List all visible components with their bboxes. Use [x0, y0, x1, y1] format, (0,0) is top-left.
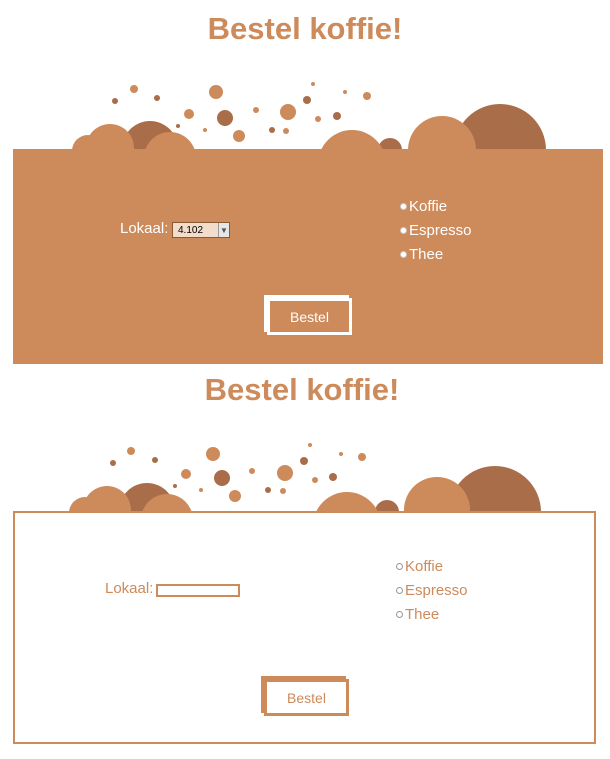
drink-options: Koffie Espresso Thee — [396, 554, 468, 626]
lokaal-select-value: 4.102 — [178, 224, 204, 236]
radio-button[interactable] — [396, 586, 403, 594]
radio-espresso[interactable]: Espresso — [400, 218, 472, 242]
radio-button[interactable] — [400, 250, 407, 258]
radio-label: Espresso — [405, 581, 468, 599]
bestel-button-label[interactable]: Bestel — [267, 298, 352, 335]
page-title: Bestel koffie! — [204, 372, 400, 407]
radio-label: Koffie — [409, 197, 448, 215]
radio-koffie[interactable]: Koffie — [400, 194, 472, 218]
bestel-button-label[interactable]: Bestel — [264, 679, 349, 716]
order-form-panel: Lokaal: 4.102 ▼ Koffie Espresso Thee Bes… — [13, 149, 603, 364]
bestel-button[interactable]: Bestel — [261, 676, 349, 716]
lokaal-select[interactable]: 4.102 ▼ — [172, 222, 230, 238]
radio-label: Espresso — [409, 221, 472, 239]
radio-thee[interactable]: Thee — [396, 602, 468, 626]
radio-label: Thee — [405, 605, 440, 623]
drink-options: Koffie Espresso Thee — [400, 194, 472, 266]
coffee-beans-decoration — [69, 443, 541, 513]
radio-button[interactable] — [400, 226, 407, 234]
radio-button[interactable] — [400, 202, 407, 210]
radio-button[interactable] — [396, 562, 403, 570]
bestel-button[interactable]: Bestel — [264, 295, 352, 335]
coffee-beans-decoration — [72, 82, 546, 151]
radio-espresso[interactable]: Espresso — [396, 578, 468, 602]
lokaal-label: Lokaal: — [105, 580, 154, 597]
radio-button[interactable] — [396, 610, 403, 618]
page-title: Bestel koffie! — [207, 11, 403, 46]
radio-label: Thee — [409, 245, 444, 263]
chevron-down-icon[interactable]: ▼ — [218, 223, 229, 237]
lokaal-input[interactable] — [156, 584, 240, 597]
radio-koffie[interactable]: Koffie — [396, 554, 468, 578]
radio-label: Koffie — [405, 557, 444, 575]
lokaal-label: Lokaal: — [120, 220, 169, 237]
order-form-panel: Lokaal: Koffie Espresso Thee Bestel — [13, 511, 596, 744]
radio-thee[interactable]: Thee — [400, 242, 472, 266]
